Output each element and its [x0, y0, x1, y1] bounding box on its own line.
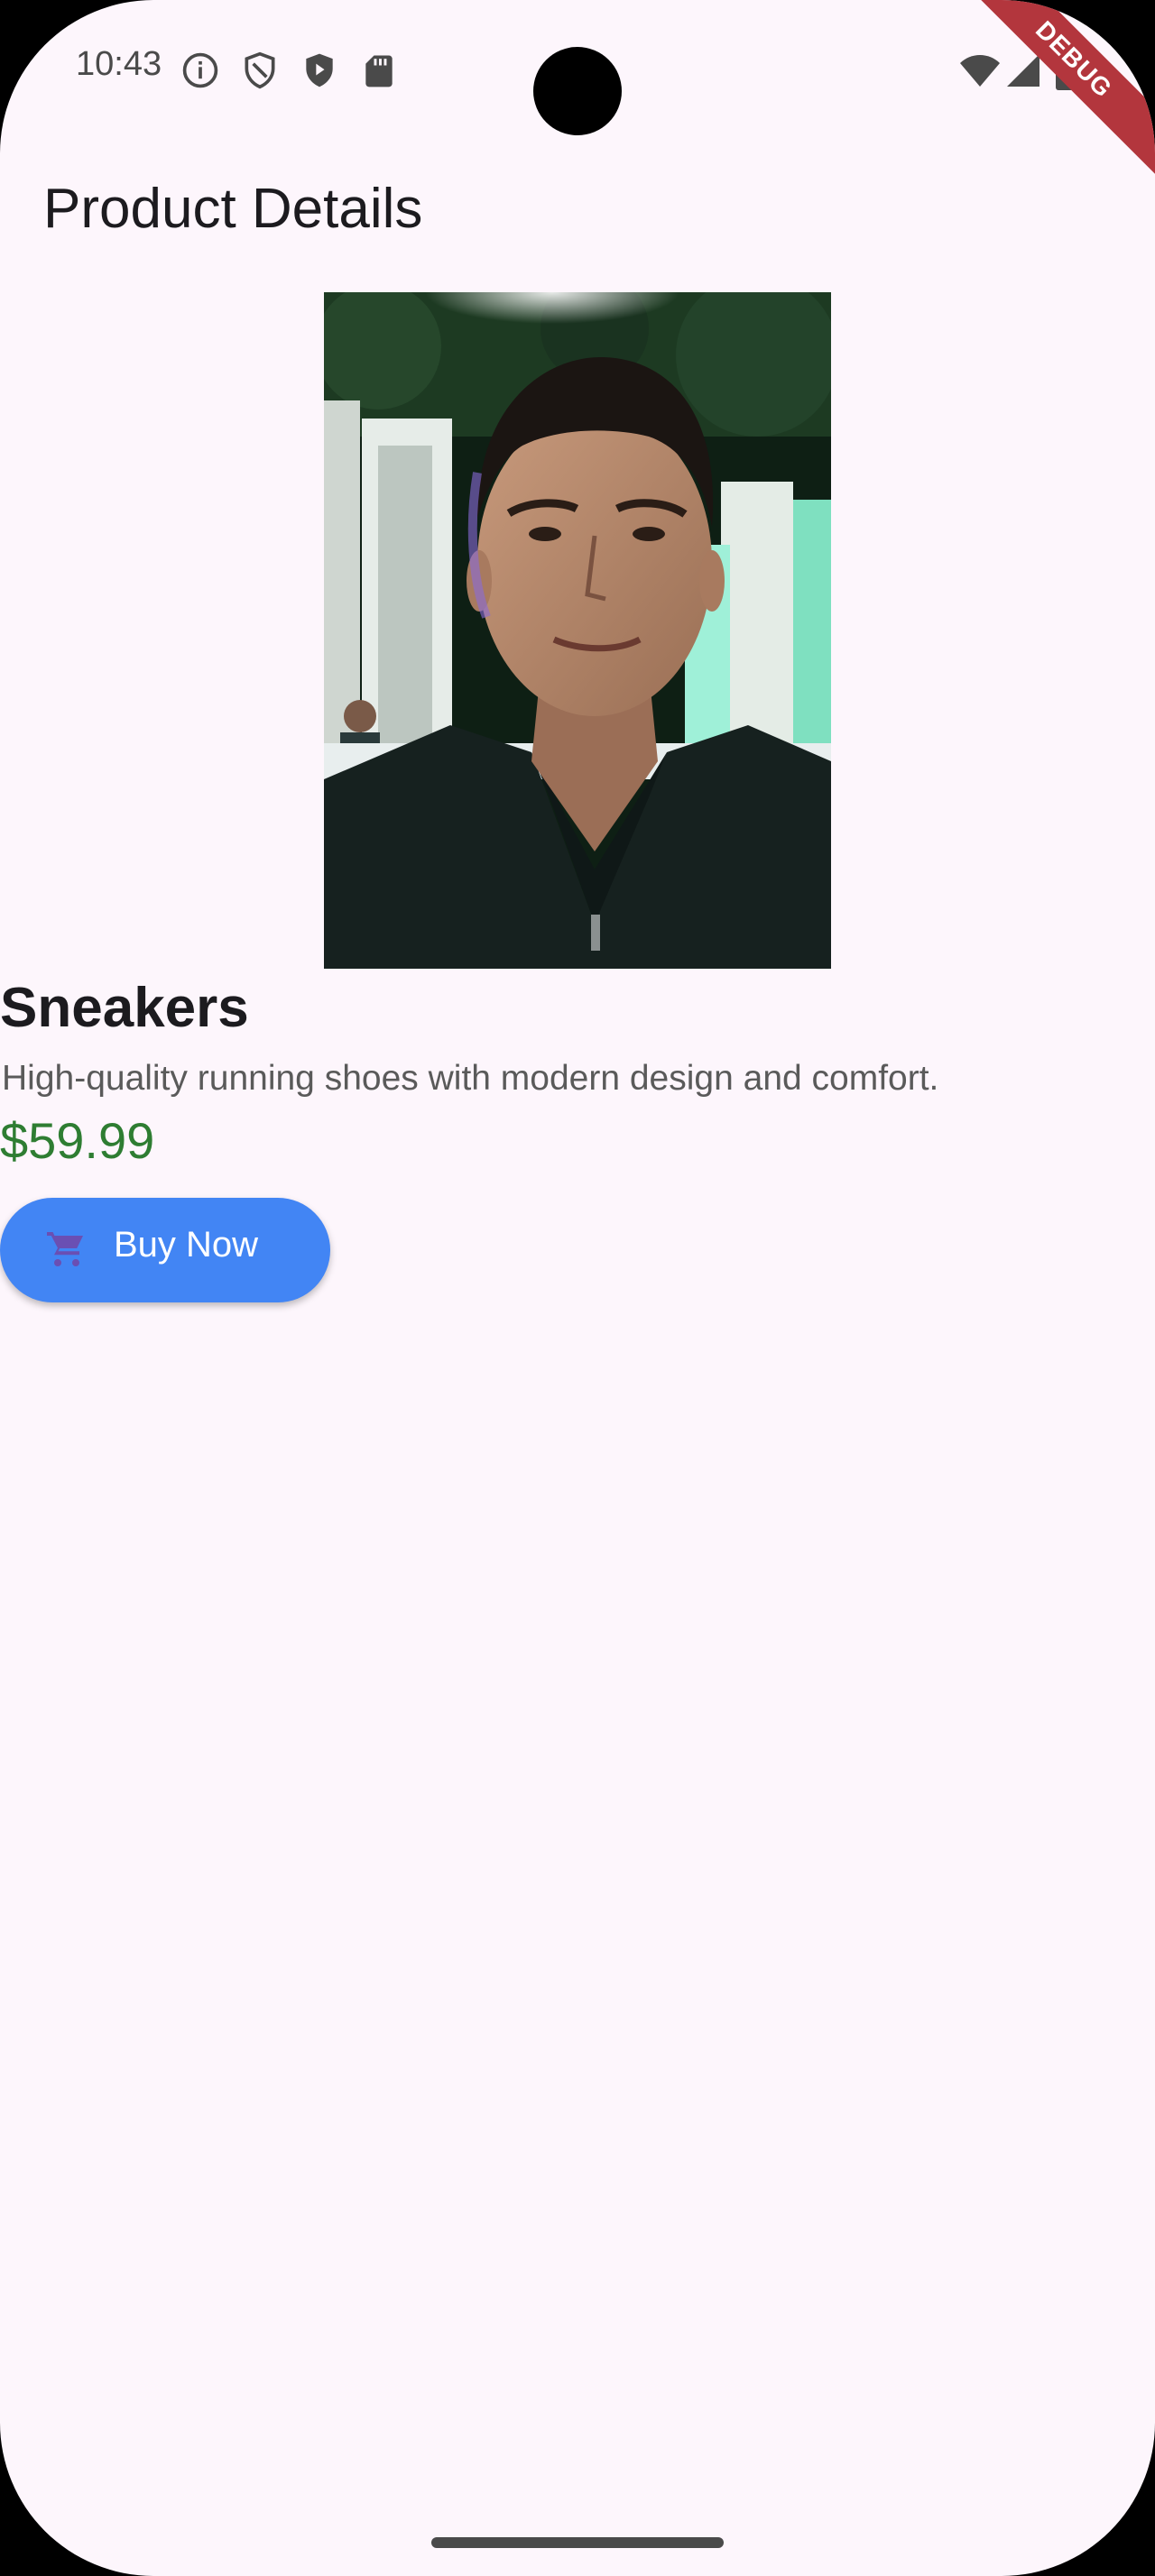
- info-icon: [180, 51, 220, 90]
- shield-outline-icon: [240, 51, 280, 90]
- product-image: [324, 292, 831, 969]
- cellular-signal-icon: [1005, 51, 1041, 90]
- product-price: $59.99: [0, 1112, 155, 1169]
- buy-now-label: Buy Now: [114, 1225, 259, 1265]
- home-indicator[interactable]: [431, 2537, 724, 2548]
- status-bar: 10:43 DEBUG: [0, 0, 1155, 179]
- product-description: High-quality running shoes with modern d…: [2, 1059, 939, 1098]
- shield-play-icon: [300, 51, 339, 90]
- camera-cutout: [533, 47, 622, 135]
- phone-screen: 10:43 DEBUG Product Details Sneakers Hig…: [0, 0, 1155, 2576]
- buy-now-button[interactable]: Buy Now: [0, 1198, 330, 1302]
- shopping-cart-icon: [45, 1228, 88, 1272]
- status-time: 10:43: [76, 45, 162, 83]
- wifi-icon: [958, 51, 1002, 90]
- sd-card-icon: [359, 51, 399, 90]
- product-name: Sneakers: [0, 977, 249, 1039]
- page-title: Product Details: [43, 178, 423, 240]
